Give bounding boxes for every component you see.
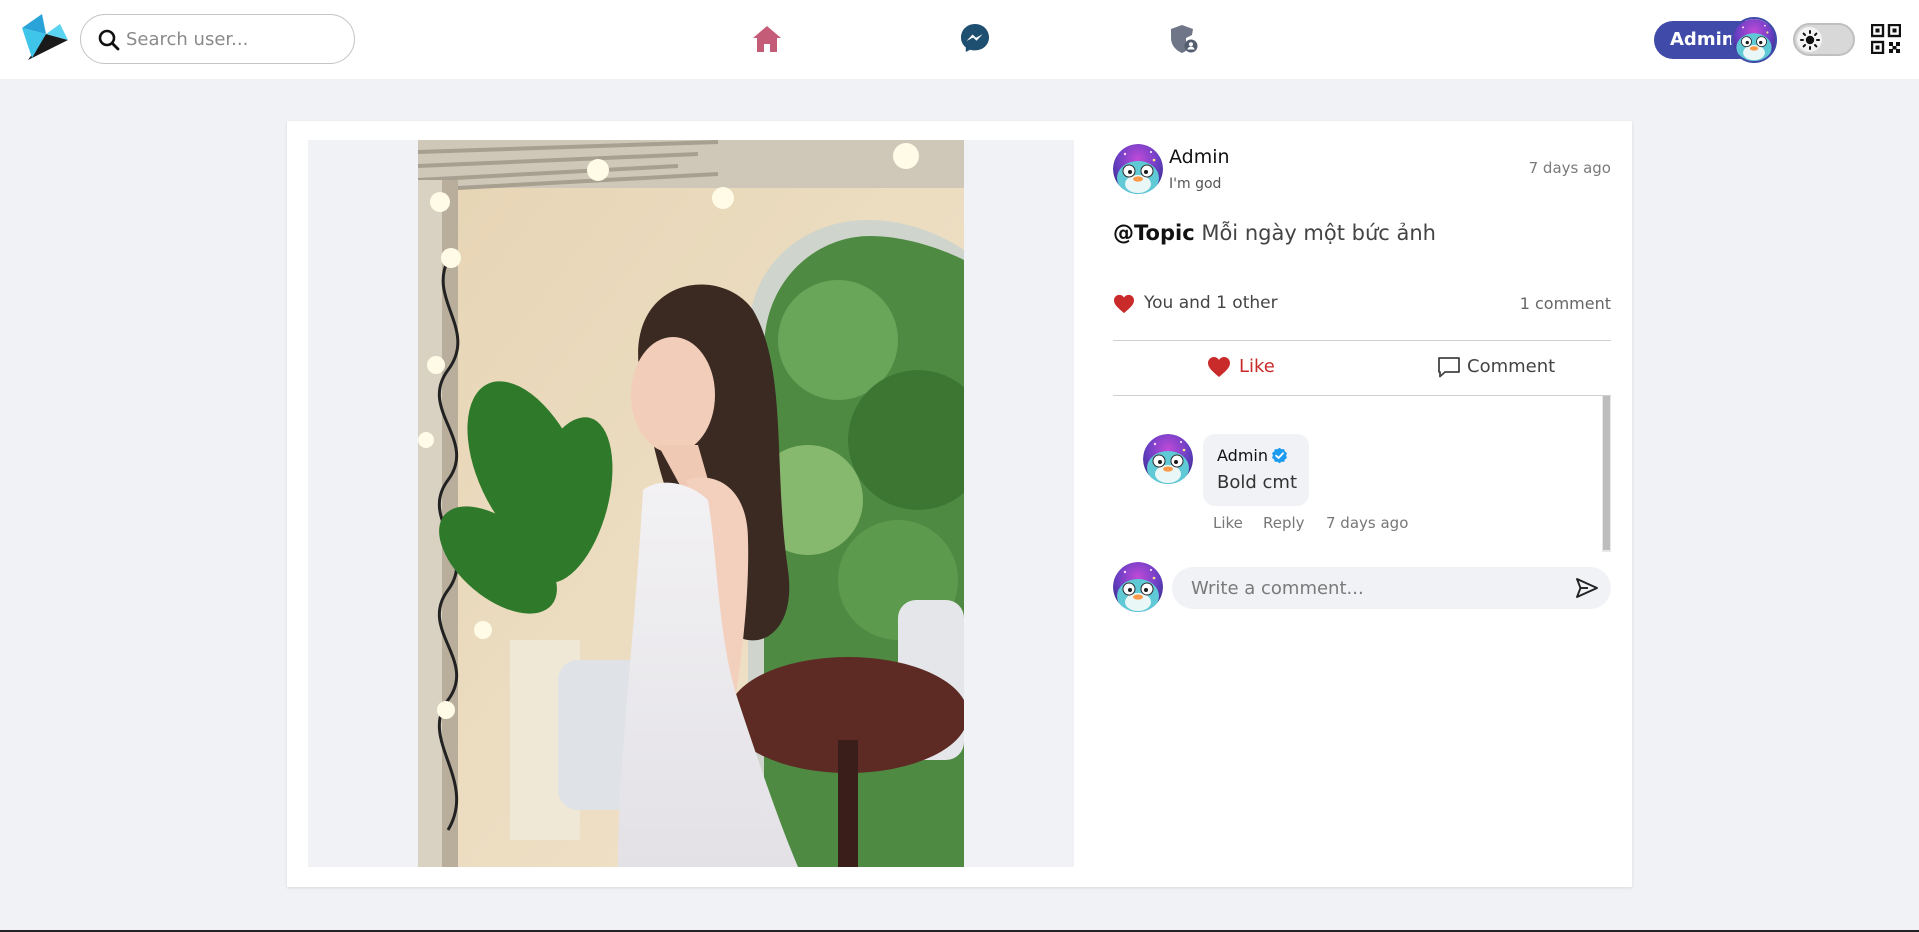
comments-list: Admin Bold cmt Like Reply 7 days ago [1113, 396, 1611, 554]
theme-toggle[interactable] [1793, 23, 1855, 56]
likes-text[interactable]: You and 1 other [1144, 293, 1278, 313]
comment-input[interactable] [1191, 573, 1561, 603]
send-icon[interactable] [1575, 577, 1599, 599]
sun-icon [1800, 30, 1820, 50]
user-profile-pill[interactable]: Admin [1654, 17, 1777, 63]
comment-button-label: Comment [1467, 356, 1556, 377]
heart-icon [1114, 294, 1134, 314]
comment-composer [1113, 562, 1611, 614]
topic-tag[interactable]: @Topic [1113, 221, 1195, 245]
post-card: Admin I'm god 7 days ago @Topic Mỗi ngày… [287, 121, 1632, 887]
comment-like-link[interactable]: Like [1213, 514, 1243, 532]
search-box [80, 14, 355, 64]
avatar [1731, 17, 1777, 63]
current-user-avatar [1113, 562, 1163, 612]
comment-reply-link[interactable]: Reply [1263, 514, 1305, 532]
admin-shield-icon[interactable] [1166, 22, 1200, 56]
comments-scrollbar[interactable] [1602, 396, 1611, 552]
like-button-label: Like [1239, 356, 1275, 377]
post-action-bar: Like Comment [1113, 341, 1611, 395]
messenger-icon[interactable] [958, 21, 992, 55]
user-name: Admin [1670, 29, 1735, 50]
comment-item: Admin Bold cmt Like Reply 7 days ago [1143, 434, 1583, 544]
caption-text: Mỗi ngày một bức ảnh [1201, 221, 1436, 245]
reactions-summary: You and 1 other 1 comment [1113, 292, 1611, 318]
scrollbar-thumb[interactable] [1603, 396, 1610, 550]
verified-badge-icon [1272, 447, 1287, 464]
search-input[interactable] [126, 24, 341, 54]
comment-author[interactable]: Admin [1217, 446, 1268, 465]
author-name[interactable]: Admin [1169, 146, 1230, 168]
top-navbar: Admin [0, 0, 1919, 79]
comment-input-wrap [1172, 567, 1611, 609]
comment-bubble: Admin Bold cmt [1203, 434, 1309, 506]
search-icon [98, 29, 120, 51]
comment-timestamp: 7 days ago [1326, 514, 1409, 532]
author-avatar[interactable] [1113, 144, 1163, 194]
heart-icon [1208, 357, 1230, 377]
comment-button[interactable]: Comment [1362, 341, 1611, 395]
logo[interactable] [20, 12, 70, 64]
comment-text: Bold cmt [1217, 472, 1297, 493]
comment-icon [1438, 357, 1460, 378]
post-photo[interactable] [418, 140, 964, 867]
post-timestamp: 7 days ago [1528, 159, 1611, 177]
like-button[interactable]: Like [1113, 341, 1362, 395]
author-status: I'm god [1169, 176, 1222, 192]
home-icon[interactable] [750, 22, 784, 56]
post-caption: @Topic Mỗi ngày một bức ảnh [1113, 221, 1436, 245]
comments-count[interactable]: 1 comment [1520, 294, 1611, 313]
qr-code-icon[interactable] [1871, 24, 1901, 54]
post-media [308, 140, 1074, 867]
comment-author-avatar[interactable] [1143, 434, 1193, 484]
